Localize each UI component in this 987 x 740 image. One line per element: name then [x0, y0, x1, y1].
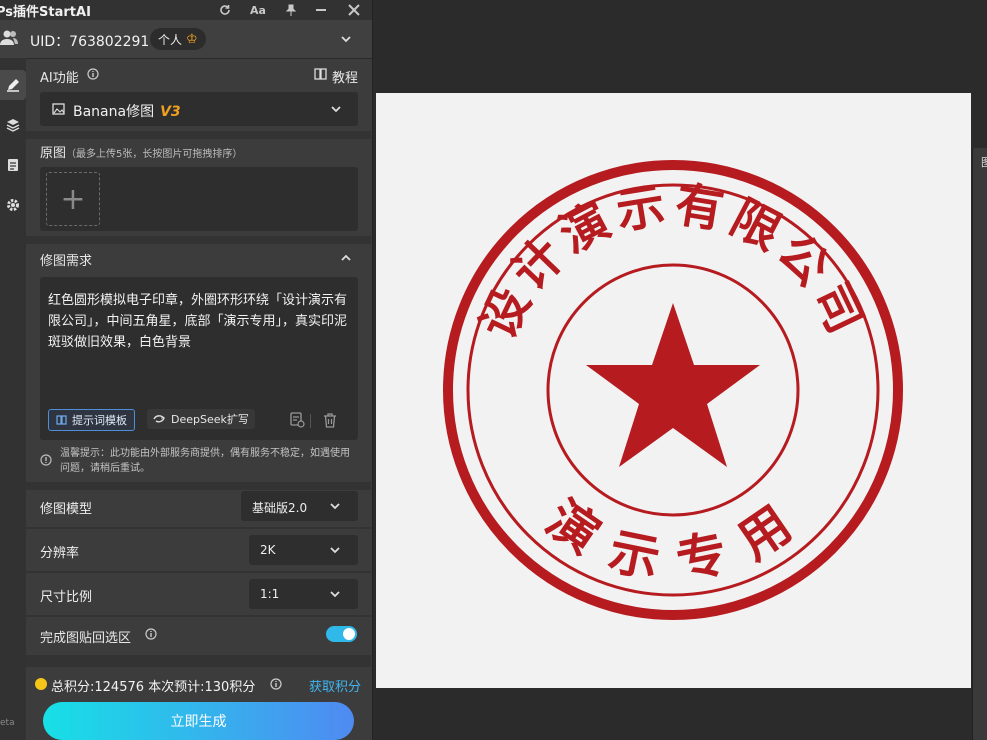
stamp-star	[586, 303, 760, 467]
get-points-link[interactable]: 获取积分	[309, 676, 361, 695]
model-label: 修图模型	[40, 502, 93, 517]
paste-back-label: 完成图贴回选区	[40, 631, 132, 646]
image-icon	[52, 103, 65, 115]
section-divider	[26, 131, 371, 139]
crown-icon: ♔	[186, 31, 198, 47]
edit-icon[interactable]	[0, 70, 26, 100]
source-image-label: 原图（最多上传5张，长按图片可拖拽排序）	[40, 142, 242, 161]
footer: 总积分:124576 本次预计:130积分 获取积分 立即生成	[26, 668, 371, 740]
paste-back-toggle[interactable]	[326, 626, 357, 642]
right-panel-strip	[972, 148, 987, 740]
left-toolbar	[0, 58, 26, 740]
toolbar-divider	[310, 414, 311, 428]
ratio-option-row: 尺寸比例 1:1	[26, 572, 371, 616]
canvas-document[interactable]: 设计演示有限公司 演示专用	[376, 93, 971, 688]
red-stamp-image: 设计演示有限公司 演示专用	[443, 160, 903, 620]
pin-icon[interactable]	[280, 0, 302, 20]
info-icon[interactable]	[87, 68, 99, 80]
selected-function: Banana修图 V3	[73, 101, 181, 121]
generate-button[interactable]: 立即生成	[43, 702, 354, 740]
section-divider	[26, 615, 371, 617]
service-notice: 温馨提示：此功能由外部服务商提供，偶有服务不稳定，如遇使用问题，请稍后重试。	[60, 448, 350, 474]
font-size-icon[interactable]: Aa	[247, 0, 269, 20]
chevron-down-icon	[330, 591, 340, 598]
user-id: UID：763802291	[30, 34, 150, 50]
requirements-textarea[interactable]: 红色圆形模拟电子印章，外圈环形环绕「设计演示有限公司」，中间五角星，底部「演示专…	[40, 277, 358, 440]
startai-plugin-panel: Ps插件StartAI Aa UID：763802291 个人 ♔ AI功能 教…	[0, 0, 373, 740]
function-name: Banana修图	[73, 104, 155, 120]
chevron-down-icon[interactable]	[341, 34, 351, 44]
chevron-down-icon	[330, 503, 340, 510]
account-type-label: 个人	[158, 32, 183, 47]
version-badge: V3	[160, 104, 181, 120]
add-image-button[interactable]: +	[46, 172, 100, 226]
toggle-knob	[343, 628, 355, 640]
right-panel-tab[interactable]: 图	[981, 154, 987, 170]
chevron-up-icon[interactable]	[341, 253, 351, 263]
template-icon	[56, 415, 67, 425]
ratio-select[interactable]: 1:1	[249, 579, 358, 609]
model-value: 基础版2.0	[252, 501, 308, 515]
section-divider	[26, 655, 371, 667]
title-bar: Ps插件StartAI Aa	[0, 0, 372, 20]
ai-function-select[interactable]: Banana修图 V3	[40, 92, 358, 126]
info-icon[interactable]	[270, 678, 282, 690]
book-icon[interactable]	[314, 68, 327, 80]
source-image-area: +	[40, 167, 358, 231]
layers-icon[interactable]	[0, 110, 26, 140]
ratio-label: 尺寸比例	[40, 590, 93, 605]
minimize-icon[interactable]	[310, 0, 332, 20]
prompt-template-button[interactable]: 提示词模板	[48, 409, 135, 431]
resolution-select[interactable]: 2K	[249, 535, 358, 565]
section-divider	[26, 236, 371, 244]
beta-label: eta	[0, 718, 15, 728]
resolution-option-row: 分辨率 2K	[26, 528, 371, 572]
history-icon[interactable]	[0, 150, 26, 180]
source-label-text: 原图	[40, 146, 67, 161]
coin-icon	[35, 678, 47, 690]
info-icon[interactable]	[145, 628, 157, 640]
users-icon	[0, 30, 18, 45]
chevron-down-icon[interactable]	[331, 104, 341, 114]
settings-icon[interactable]	[0, 190, 26, 220]
close-icon[interactable]	[343, 0, 365, 20]
deepseek-expand-label: DeepSeek扩写	[171, 413, 249, 426]
copy-icon[interactable]	[289, 412, 305, 428]
source-hint: （最多上传5张，长按图片可拖拽排序）	[66, 149, 243, 160]
refresh-icon[interactable]	[214, 0, 236, 20]
resolution-value: 2K	[260, 543, 276, 557]
ai-function-label: AI功能	[40, 71, 79, 86]
requirements-text[interactable]: 红色圆形模拟电子印章，外圈环形环绕「设计演示有限公司」，中间五角星，底部「演示专…	[48, 290, 348, 353]
stamp-bottom-text: 演示专用	[536, 489, 810, 591]
prompt-template-label: 提示词模板	[72, 414, 127, 427]
app-title: Ps插件StartAI	[0, 5, 91, 20]
requirements-label: 修图需求	[40, 254, 93, 269]
ratio-value: 1:1	[260, 587, 280, 601]
resolution-label: 分辨率	[40, 546, 80, 561]
model-option-row: 修图模型 基础版2.0	[26, 484, 371, 528]
model-select[interactable]: 基础版2.0	[241, 491, 358, 521]
deepseek-icon	[153, 415, 165, 423]
user-bar: UID：763802291 个人 ♔	[0, 20, 372, 59]
chevron-down-icon	[330, 547, 340, 554]
trash-icon[interactable]	[323, 413, 337, 428]
tutorial-link[interactable]: 教程	[332, 67, 358, 86]
points-summary: 总积分:124576 本次预计:130积分	[51, 680, 256, 695]
deepseek-expand-button[interactable]: DeepSeek扩写	[147, 409, 255, 429]
account-type-badge[interactable]: 个人 ♔	[150, 28, 206, 50]
warning-info-icon	[40, 454, 52, 466]
